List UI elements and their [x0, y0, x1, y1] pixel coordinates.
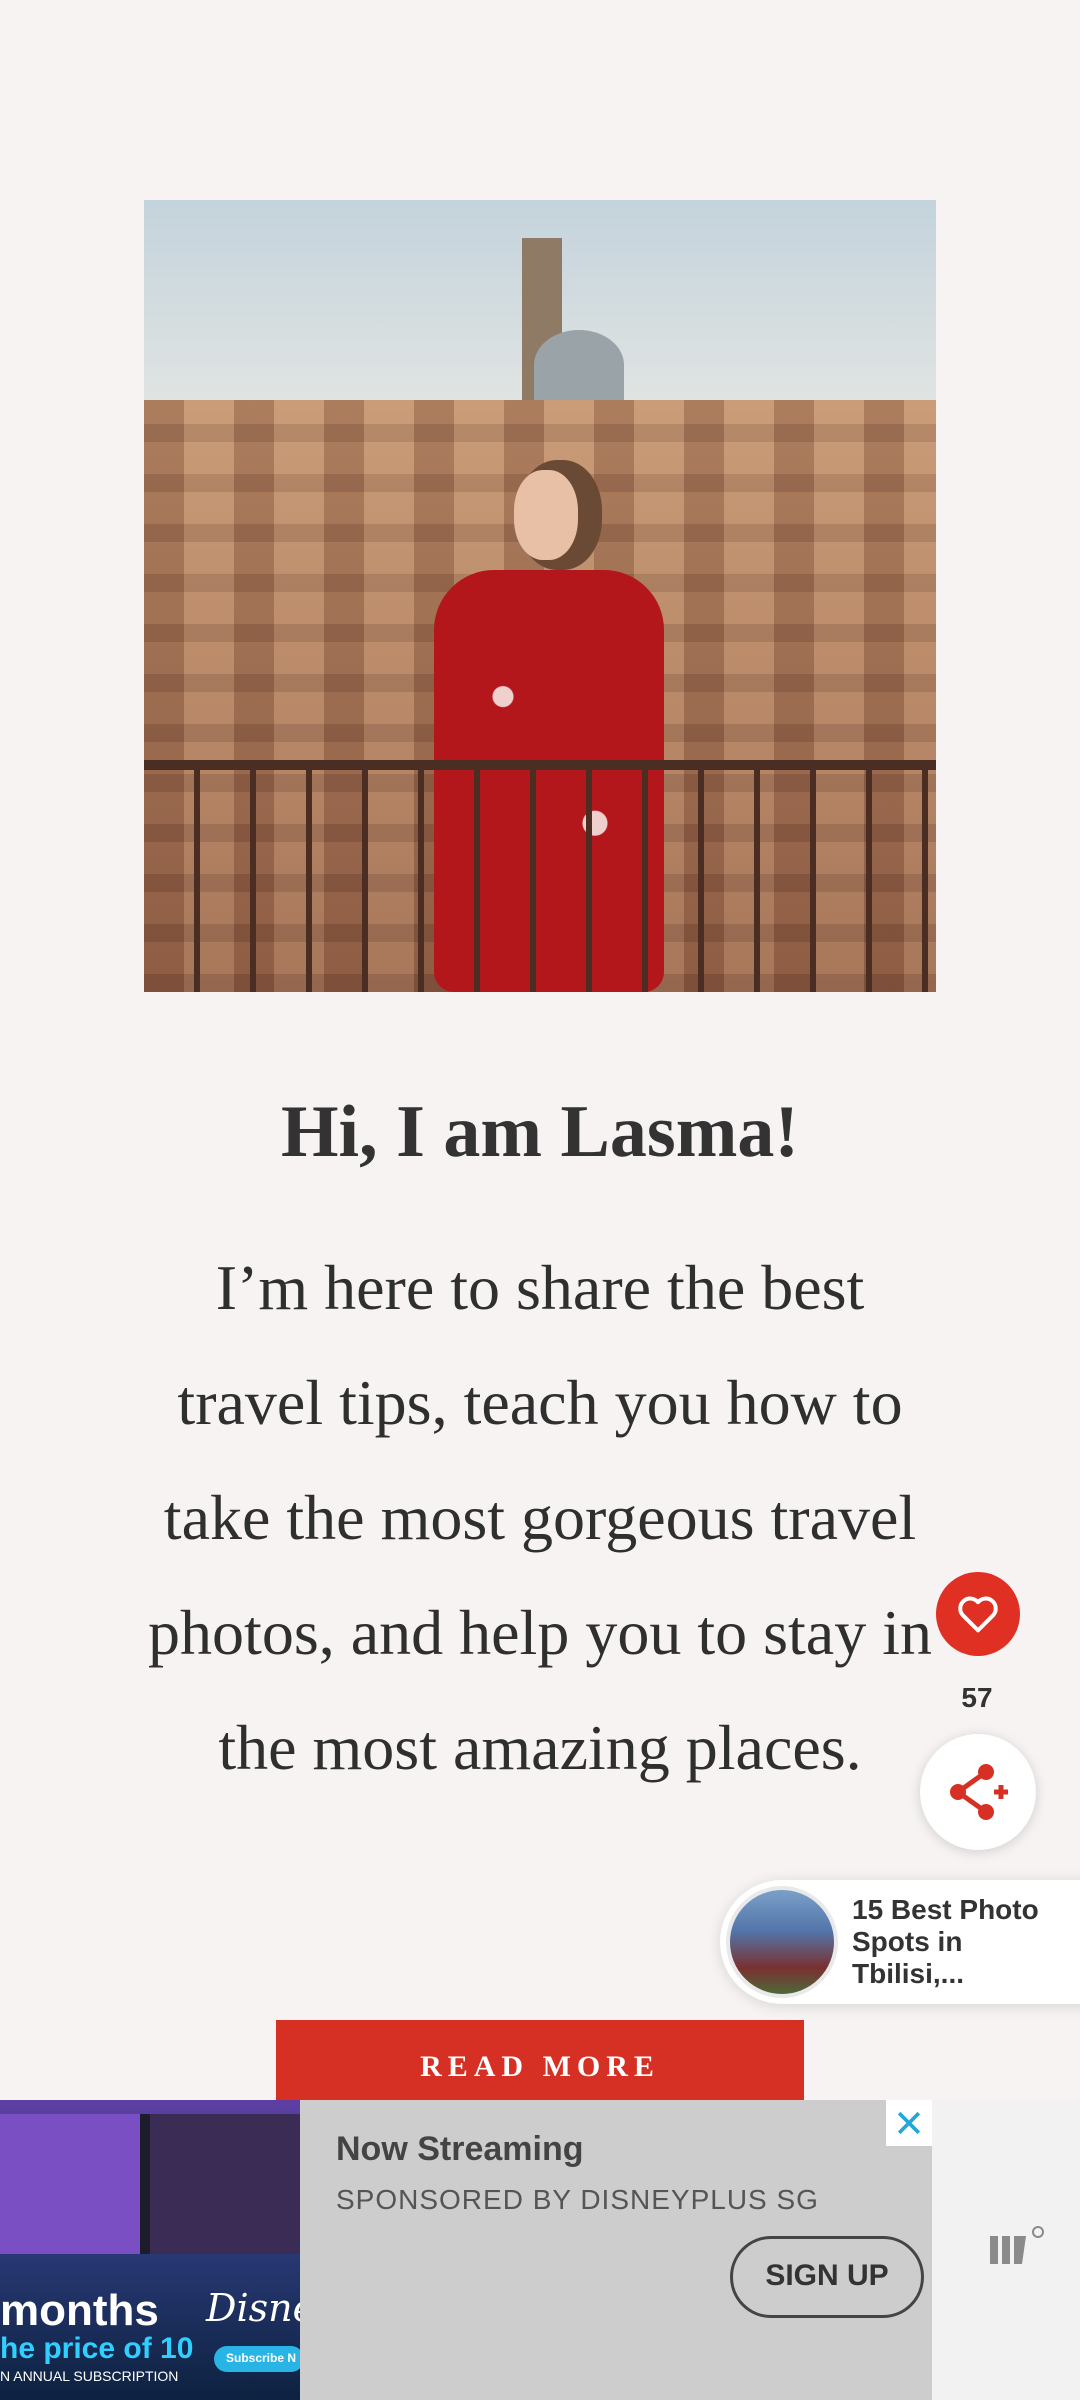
share-button[interactable] — [920, 1734, 1036, 1850]
read-more-button[interactable]: READ MORE — [276, 2020, 804, 2100]
ad-image[interactable]: months he price of 10 N ANNUAL SUBSCRIPT… — [0, 2100, 300, 2400]
close-icon — [897, 2111, 921, 2135]
ad-image-subline: he price of 10 — [0, 2332, 194, 2365]
mediavine-logo-icon[interactable] — [986, 2222, 1050, 2272]
favorite-button[interactable] — [936, 1572, 1020, 1656]
ad-brand-logo: Disney — [206, 2286, 300, 2330]
ad-sponsor: SPONSORED BY DISNEYPLUS SG — [336, 2184, 819, 2215]
photo-woman-head — [514, 470, 578, 560]
heart-icon — [958, 1596, 998, 1633]
ad-image-subscribe: Subscribe N — [214, 2346, 300, 2372]
ad-image-headline: months — [0, 2286, 159, 2335]
related-post-title: 15 Best Photo Spots in Tbilisi,... — [852, 1894, 1039, 1989]
photo-railing — [144, 760, 936, 992]
ad-close-button[interactable] — [886, 2100, 932, 2146]
ad-signup-button[interactable]: SIGN UP — [730, 2236, 924, 2318]
ad-title: Now Streaming — [336, 2130, 584, 2168]
ad-panel[interactable]: Now Streaming SPONSORED BY DISNEYPLUS SG… — [300, 2100, 932, 2400]
related-post-thumbnail — [726, 1886, 838, 1998]
intro-text: I’m here to share the best travel tips, … — [148, 1252, 932, 1783]
related-post-card[interactable]: 15 Best Photo Spots in Tbilisi,... — [720, 1880, 1080, 2004]
page-heading: Hi, I am Lasma! — [281, 1091, 799, 1173]
ad-banner[interactable]: months he price of 10 N ANNUAL SUBSCRIPT… — [0, 2100, 1080, 2400]
share-count: 57 — [944, 1668, 1010, 1728]
hero-photo — [144, 200, 936, 992]
ad-image-fine-print: N ANNUAL SUBSCRIPTION — [0, 2368, 179, 2384]
share-icon — [950, 1764, 1008, 1820]
ad-image-tiles — [0, 2114, 300, 2254]
photo-dome — [534, 330, 624, 400]
